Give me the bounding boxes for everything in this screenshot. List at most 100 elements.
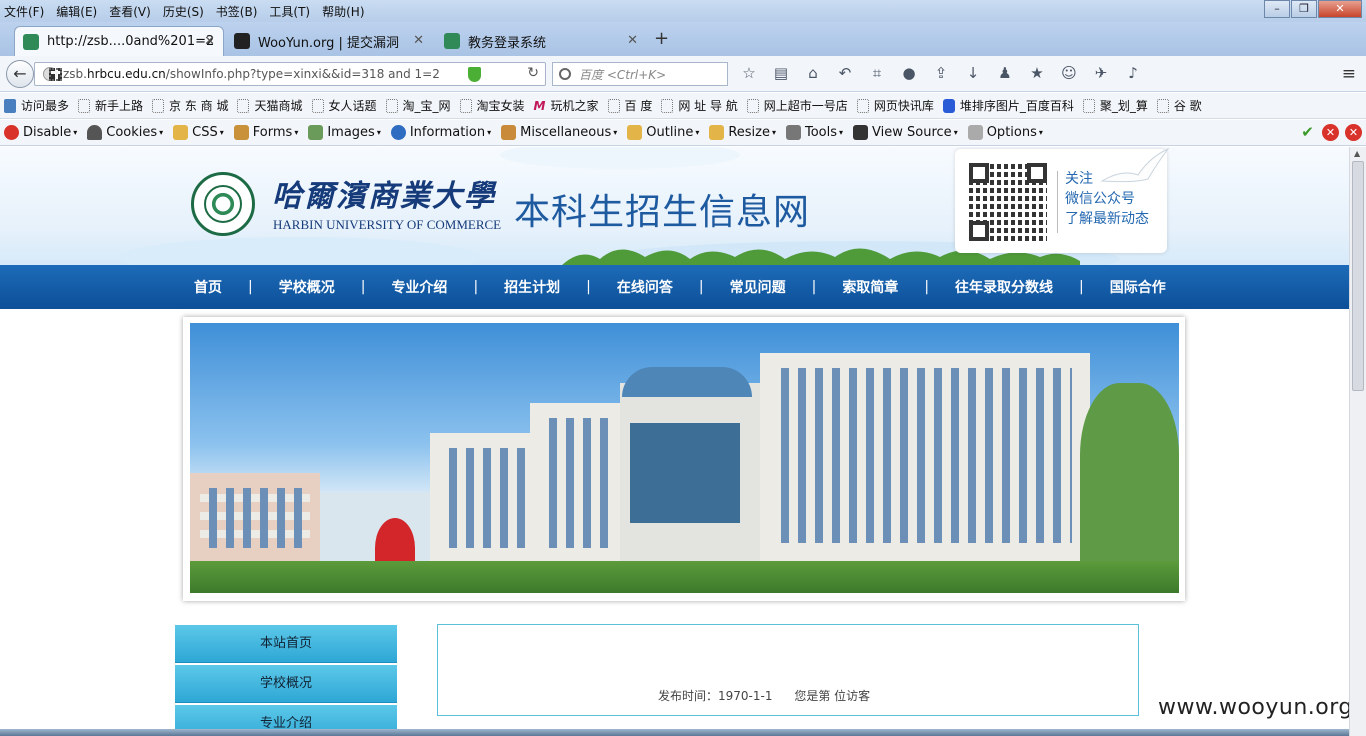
page-icon <box>311 98 324 113</box>
os-taskbar <box>0 729 1349 736</box>
site-header: 哈爾濱商業大學 HARBIN UNIVERSITY OF COMMERCE 本科… <box>0 147 1349 267</box>
bookmark-item[interactable]: 新手上路 <box>78 97 143 114</box>
address-bar[interactable]: zsb. hrbcu.edu.cn/showInfo.php?type=xinxi… <box>34 62 546 86</box>
wooyun-favicon-icon <box>234 33 250 49</box>
bookmark-item[interactable]: 百 度 <box>607 97 652 114</box>
plane-icon[interactable]: ✈ <box>1090 64 1112 84</box>
wrench-icon <box>786 125 801 140</box>
scroll-thumb[interactable] <box>1352 161 1364 391</box>
bookmark-item[interactable]: 堆排序图片_百度百科 <box>942 97 1074 114</box>
tab-close-icon[interactable]: ✕ <box>204 34 215 49</box>
tab-bar: http://zsb....0and%201=2 ✕ WooYun.org | … <box>0 22 1366 56</box>
star-icon[interactable]: ☆ <box>738 64 760 84</box>
bookmark-item[interactable]: 京 东 商 城 <box>152 97 228 114</box>
main-nav: 首页 | 学校概况 | 专业介绍 | 招生计划 | 在线问答 | 常见问题 | … <box>0 265 1349 309</box>
menu-help[interactable]: 帮助(H) <box>322 3 364 20</box>
nav-school-overview[interactable]: 学校概况 <box>279 277 335 297</box>
info-icon <box>390 125 406 140</box>
menu-file[interactable]: 文件(F) <box>4 3 44 20</box>
bookmark-item[interactable]: 网页快讯库 <box>856 97 934 114</box>
chat-icon[interactable]: ● <box>898 64 920 84</box>
page-icon <box>152 98 165 113</box>
tab-title: 教务登录系统 <box>468 35 547 51</box>
volume-icon[interactable]: ♪ <box>1122 64 1144 84</box>
webdev-forms[interactable]: Forms ▾ <box>233 125 298 140</box>
error-icon[interactable]: ✕ <box>1345 124 1362 141</box>
menu-history[interactable]: 历史(S) <box>163 3 204 20</box>
bookmark-item[interactable]: 天猫商城 <box>237 97 303 114</box>
visitor-count: 您是第 位访客 <box>794 689 871 703</box>
webdev-resize[interactable]: Resize ▾ <box>709 125 776 140</box>
nav-home[interactable]: 首页 <box>194 277 222 297</box>
smile-icon[interactable]: ☺ <box>1058 64 1080 84</box>
menu-bar: 文件(F) 编辑(E) 查看(V) 历史(S) 书签(B) 工具(T) 帮助(H… <box>0 0 1366 22</box>
menu-view[interactable]: 查看(V) <box>109 3 151 20</box>
back-button[interactable]: ← <box>6 60 34 88</box>
bookmark-item[interactable]: 网上超市一号店 <box>746 97 848 114</box>
tab-current[interactable]: http://zsb....0and%201=2 ✕ <box>14 26 224 56</box>
webdev-information[interactable]: Information ▾ <box>390 125 491 140</box>
user-icon[interactable]: ♟ <box>994 64 1016 84</box>
reading-list-icon[interactable]: ▤ <box>770 64 792 84</box>
nav-online-qa[interactable]: 在线问答 <box>617 277 673 297</box>
minimize-button[interactable]: – <box>1264 0 1290 18</box>
webdev-toolbar: Disable ▾ Cookies ▾ CSS ▾ Forms ▾ Images ▾ In… <box>0 120 1366 146</box>
favorite-icon[interactable]: ★ <box>1026 64 1048 84</box>
bookmark-item[interactable]: 淘宝女装 <box>459 97 525 114</box>
home-icon[interactable]: ⌂ <box>802 64 824 84</box>
maximize-button[interactable]: ❐ <box>1291 0 1317 18</box>
page-icon <box>856 98 869 113</box>
close-window-button[interactable]: ✕ <box>1318 0 1362 18</box>
qr-line: 微信公众号 <box>1065 191 1135 207</box>
nav-past-scores[interactable]: 往年录取分数线 <box>955 277 1053 297</box>
webdev-outline[interactable]: Outline ▾ <box>627 125 699 140</box>
check-icon[interactable]: ✔ <box>1299 124 1316 141</box>
menu-edit[interactable]: 编辑(E) <box>56 3 97 20</box>
menu-icon[interactable]: ≡ <box>1342 64 1356 84</box>
webdev-options[interactable]: Options ▾ <box>967 125 1043 140</box>
shield-icon[interactable] <box>468 67 481 82</box>
crop-icon[interactable]: ⌗ <box>866 64 888 84</box>
bookmark-item[interactable]: 淘_宝_网 <box>385 97 451 114</box>
download-icon[interactable]: ↓ <box>962 64 984 84</box>
webdev-images[interactable]: Images ▾ <box>308 125 381 140</box>
tab-jiaowu[interactable]: 教务登录系统 ✕ <box>436 26 646 56</box>
webdev-css[interactable]: CSS ▾ <box>173 125 224 140</box>
side-menu-home[interactable]: 本站首页 <box>175 625 397 663</box>
undo-icon[interactable]: ↶ <box>834 64 856 84</box>
qrcode-icon[interactable] <box>49 68 62 81</box>
nav-international[interactable]: 国际合作 <box>1110 277 1166 297</box>
webdev-view-source[interactable]: View Source ▾ <box>853 125 958 140</box>
menu-bookmarks[interactable]: 书签(B) <box>216 3 258 20</box>
disable-icon <box>4 125 19 140</box>
menu-tools[interactable]: 工具(T) <box>269 3 310 20</box>
nav-enrollment-plan[interactable]: 招生计划 <box>504 277 560 297</box>
webdev-tools[interactable]: Tools ▾ <box>786 125 843 140</box>
webdev-cookies[interactable]: Cookies ▾ <box>87 125 163 140</box>
reload-icon[interactable]: ↻ <box>527 65 539 81</box>
error-icon[interactable]: ✕ <box>1322 124 1339 141</box>
share-icon[interactable]: ⇪ <box>930 64 952 84</box>
bookmark-item[interactable]: 女人话题 <box>311 97 377 114</box>
webdev-disable[interactable]: Disable ▾ <box>4 125 77 140</box>
bookmark-item[interactable]: 聚_划_算 <box>1082 97 1148 114</box>
page-scrollbar[interactable]: ▲ <box>1349 147 1366 736</box>
bookmark-item[interactable]: 谷 歌 <box>1156 97 1202 114</box>
tab-wooyun[interactable]: WooYun.org | 提交漏洞 ✕ <box>226 26 432 56</box>
webdev-miscellaneous[interactable]: Miscellaneous ▾ <box>501 125 617 140</box>
bookmark-item[interactable]: 访问最多 <box>4 97 69 114</box>
tab-close-icon[interactable]: ✕ <box>627 33 638 48</box>
search-placeholder: 百度 <Ctrl+K> <box>579 67 667 82</box>
search-input[interactable]: 百度 <Ctrl+K> <box>552 62 728 86</box>
side-menu-school-overview[interactable]: 学校概况 <box>175 665 397 703</box>
bookmark-item[interactable]: 网 址 导 航 <box>661 97 738 114</box>
scroll-up-icon[interactable]: ▲ <box>1354 149 1360 158</box>
bookmark-item[interactable]: M 玩机之家 <box>534 97 599 114</box>
nav-faq[interactable]: 常见问题 <box>730 277 786 297</box>
nav-majors[interactable]: 专业介绍 <box>391 277 447 297</box>
tab-title: WooYun.org | 提交漏洞 <box>258 35 400 51</box>
tab-close-icon[interactable]: ✕ <box>413 33 424 48</box>
webdev-status: ✔ ✕ ✕ <box>1293 124 1362 141</box>
new-tab-button[interactable]: + <box>654 28 669 49</box>
nav-brochure[interactable]: 索取简章 <box>842 277 898 297</box>
